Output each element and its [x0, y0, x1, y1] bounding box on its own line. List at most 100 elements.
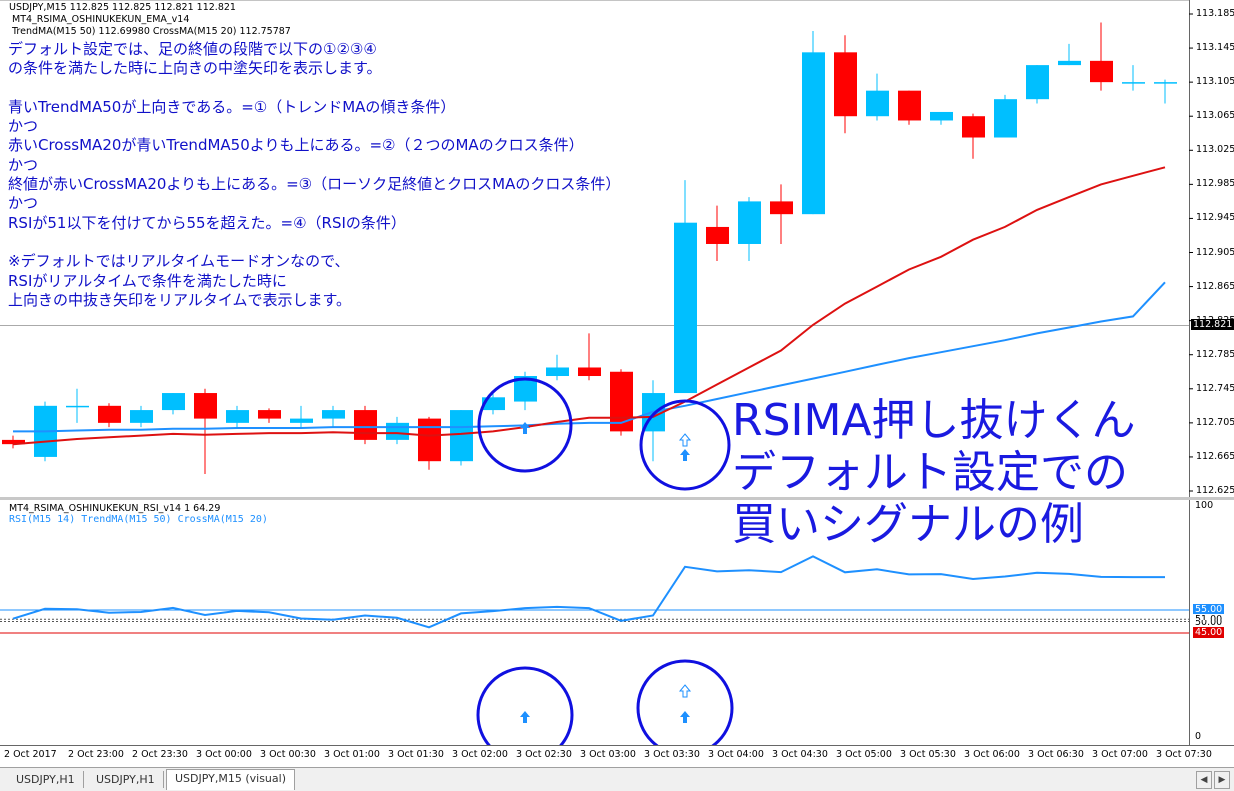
time-tick-label: 3 Oct 07:00: [1092, 749, 1148, 760]
price-tick-label: 113.025: [1196, 144, 1234, 156]
time-tick-label: 3 Oct 04:00: [708, 749, 764, 760]
time-tick-label: 3 Oct 07:30: [1156, 749, 1212, 760]
current-price-tag: 112.821: [1191, 319, 1234, 330]
annotation-line: 上向きの中抜き矢印をリアルタイムで表示します。: [8, 290, 352, 309]
annotation-text: デフォルト設定では、足の終値の段階で以下の①②③④ の条件を満たした時に上向きの中…: [8, 40, 620, 310]
time-tick-label: 3 Oct 02:00: [452, 749, 508, 760]
chart-header-ma-values: TrendMA(M15 50) 112.69980 CrossMA(M15 20…: [12, 26, 291, 37]
bear-candle: [898, 90, 921, 121]
bull-candle: [1154, 82, 1177, 84]
rsi-level-50-tag: 50.00: [1193, 620, 1225, 626]
time-tick-label: 3 Oct 00:00: [196, 749, 252, 760]
time-tick-label: 3 Oct 05:30: [900, 749, 956, 760]
price-tick-label: 112.985: [1196, 178, 1234, 190]
tab-usdjpy-h1-first[interactable]: USDJPY,H1: [8, 771, 84, 788]
tab-usdjpy-h1-second[interactable]: USDJPY,H1: [88, 771, 164, 788]
time-tick-label: 3 Oct 03:00: [580, 749, 636, 760]
rsi-realtime-buy-arrow: [678, 684, 692, 698]
annotation-line: RSIがリアルタイムで条件を満たした時に: [8, 271, 287, 290]
time-tick-label: 3 Oct 02:30: [516, 749, 572, 760]
time-tick-label: 2 Oct 23:30: [132, 749, 188, 760]
bull-candle: [994, 99, 1017, 138]
price-tick-label: 113.105: [1196, 76, 1234, 88]
rsi-level-45-tag: 45.00: [1193, 627, 1225, 638]
bull-candle: [386, 422, 409, 440]
main-chart[interactable]: USDJPY,M15 112.825 112.825 112.821 112.8…: [0, 0, 1234, 550]
bull-candle: [1026, 65, 1049, 100]
bull-candle: [866, 90, 889, 117]
signal-highlight-circle: [636, 659, 734, 745]
bear-candle: [770, 201, 793, 215]
time-tick-label: 3 Oct 05:00: [836, 749, 892, 760]
bull-candle: [322, 410, 345, 419]
annotation-line: 赤いCrossMA20が青いTrendMA50よりも上にある。=②（２つのMAの…: [8, 136, 584, 155]
bull-candle: [930, 111, 953, 121]
time-tick-label: 3 Oct 06:00: [964, 749, 1020, 760]
tab-scroll-right-button[interactable]: ▶: [1214, 771, 1230, 789]
price-tick-label: 112.945: [1196, 212, 1234, 224]
realtime-buy-arrow: [678, 433, 692, 447]
price-tick-label: 112.625: [1196, 485, 1234, 496]
rsi-chart-svg: [0, 500, 1190, 745]
time-tick-label: 3 Oct 06:30: [1028, 749, 1084, 760]
bull-candle: [1058, 60, 1081, 66]
bull-candle: [130, 410, 153, 423]
time-tick-label: 3 Oct 00:30: [260, 749, 316, 760]
rsi-level-0: 0: [1195, 731, 1202, 742]
chart-header-symbol: USDJPY,M15 112.825 112.825 112.821 112.8…: [9, 2, 236, 13]
bear-candle: [418, 418, 441, 462]
price-tick-label: 113.065: [1196, 110, 1234, 122]
bear-candle: [834, 52, 857, 117]
signal-title-line2: デフォルト設定での: [732, 447, 1128, 498]
time-axis: 2 Oct 2017 2 Oct 23:00 2 Oct 23:30 3 Oct 00…: [0, 745, 1234, 768]
price-tick-label: 112.865: [1196, 280, 1234, 292]
rsi-line: [12, 555, 1165, 629]
tab-scroll-left-button[interactable]: ◀: [1196, 771, 1212, 789]
price-tick-label: 112.785: [1196, 348, 1234, 360]
annotation-line: の条件を満たした時に上向きの中塗矢印を表示します。: [8, 59, 382, 78]
rsi-buy-arrow: [680, 711, 690, 723]
price-tick-label: 113.185: [1196, 8, 1234, 19]
time-tick-label: 3 Oct 01:30: [388, 749, 444, 760]
chart-header-indicator: MT4_RSIMA_OSHINUKEKUN_EMA_v14: [12, 14, 190, 25]
bull-candle: [1122, 82, 1145, 84]
bull-candle: [290, 418, 313, 423]
time-tick-label: 2 Oct 23:00: [68, 749, 124, 760]
time-tick-label: 3 Oct 03:30: [644, 749, 700, 760]
annotation-line: RSIが51以下を付けてから55を超えた。=④（RSIの条件）: [8, 213, 406, 232]
bear-candle: [1090, 60, 1113, 83]
buy-arrow: [680, 449, 690, 461]
bull-candle: [738, 201, 761, 244]
annotation-line: 終値が赤いCrossMA20よりも上にある。=③（ローソク足終値とクロスMAのク…: [8, 175, 621, 194]
bear-candle: [194, 393, 217, 419]
rsi-subheader: RSI(M15 14) TrendMA(M15 50) CrossMA(M15 …: [9, 514, 268, 525]
annotation-line: [8, 79, 620, 98]
price-tick-label: 112.905: [1196, 246, 1234, 258]
bull-candle: [66, 405, 89, 408]
time-tick-label: 3 Oct 01:00: [324, 749, 380, 760]
annotation-line: デフォルト設定では、足の終値の段階で以下の①②③④: [8, 40, 377, 58]
bull-candle: [226, 410, 249, 423]
rsi-header: MT4_RSIMA_OSHINUKEKUN_RSI_v14 1 64.29: [9, 503, 221, 514]
rsi-level-100: 100: [1195, 500, 1214, 511]
bull-candle: [546, 367, 569, 377]
buy-arrow: [520, 422, 530, 434]
tab-usdjpy-m15-visual[interactable]: USDJPY,M15 (visual): [166, 769, 295, 790]
annotation-line: かつ: [8, 117, 39, 136]
bull-candle: [162, 393, 185, 411]
signal-highlight-circle: [639, 399, 731, 491]
signal-highlight-circle: [476, 666, 574, 745]
bull-candle: [450, 410, 473, 462]
price-tick-label: 112.705: [1196, 416, 1234, 428]
chart-tab-bar: USDJPY,H1 USDJPY,H1 USDJPY,M15 (visual) …: [0, 767, 1234, 791]
bear-candle: [354, 410, 377, 440]
signal-title-line1: RSIMA押し抜けくん: [732, 395, 1136, 446]
annotation-line: かつ: [8, 155, 39, 174]
rsi-panel[interactable]: MT4_RSIMA_OSHINUKEKUN_RSI_v14 1 64.29 RS…: [0, 500, 1234, 745]
time-tick-label: 3 Oct 04:30: [772, 749, 828, 760]
bear-candle: [706, 226, 729, 244]
rsi-buy-arrow: [520, 711, 530, 723]
time-tick-label: 2 Oct 2017: [4, 749, 57, 760]
price-tick-label: 112.665: [1196, 450, 1234, 462]
price-tick-label: 112.745: [1196, 382, 1234, 394]
